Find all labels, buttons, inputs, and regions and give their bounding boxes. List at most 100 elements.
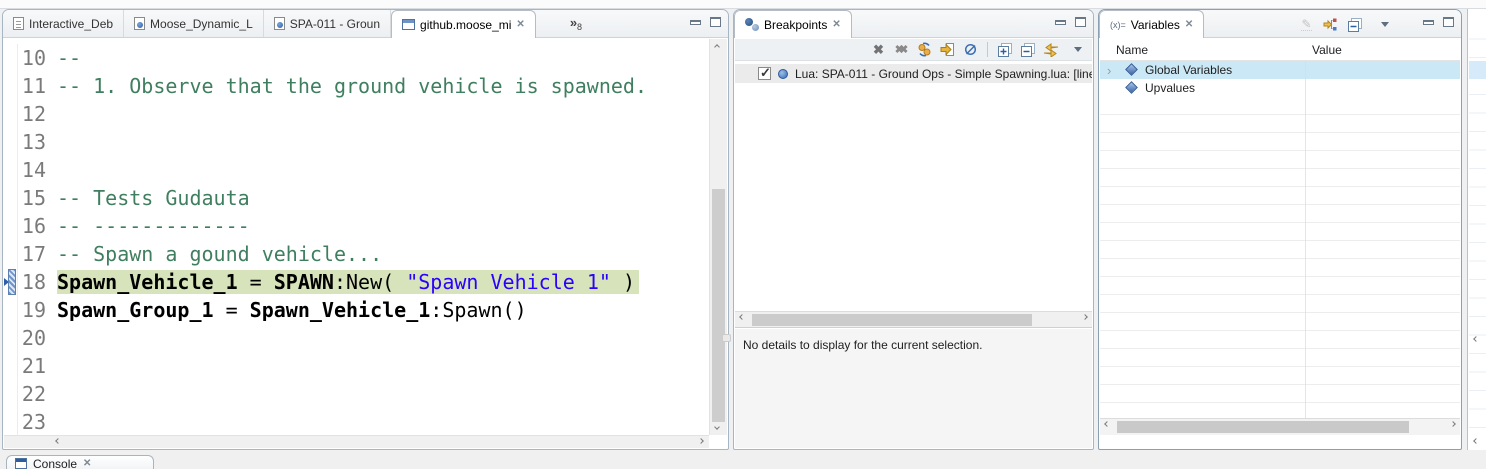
minimize-icon[interactable] xyxy=(1055,20,1066,25)
code-line-16[interactable]: 16-- ------------- xyxy=(4,212,709,240)
variables-toolbar: ✎ xyxy=(1298,16,1393,33)
close-icon[interactable]: ✕ xyxy=(1185,20,1193,30)
code-line-21[interactable]: 21 xyxy=(4,352,709,380)
code-line-12[interactable]: 12 xyxy=(4,100,709,128)
line-number: 23 xyxy=(18,408,51,435)
show-breakpoints-supported-icon[interactable] xyxy=(916,41,933,58)
variables-horizontal-scrollbar[interactable] xyxy=(1100,418,1460,435)
variable-scope-icon xyxy=(1125,81,1138,94)
view-menu-icon[interactable] xyxy=(1069,41,1086,58)
code-line-14[interactable]: 14 xyxy=(4,156,709,184)
go-to-file-for-breakpoint-icon[interactable] xyxy=(939,41,956,58)
close-icon[interactable]: ✕ xyxy=(516,20,524,30)
code-line-11[interactable]: 11-- 1. Observe that the ground vehicle … xyxy=(4,72,709,100)
editor-tab-github-moose[interactable]: github.moose_mi ✕ xyxy=(391,10,536,38)
code-line-23[interactable]: 23 xyxy=(4,408,709,435)
console-tab-label: Console xyxy=(33,457,77,469)
clipped-selected-row xyxy=(1469,61,1486,79)
scroll-right-icon[interactable] xyxy=(1450,421,1456,427)
tab-variables[interactable]: (x)= Variables ✕ xyxy=(1099,10,1204,38)
maximize-icon[interactable] xyxy=(1443,17,1454,27)
editor-tab-spa-011[interactable]: SPA-011 - Groun xyxy=(264,10,391,37)
code-line-18[interactable]: 18Spawn_Vehicle_1 = SPAWN:New( "Spawn Ve… xyxy=(4,268,709,296)
code-line-10[interactable]: 10-- xyxy=(4,44,709,72)
scroll-up-icon[interactable] xyxy=(714,44,720,50)
link-with-debug-view-icon[interactable] xyxy=(1042,41,1059,58)
line-number: 14 xyxy=(18,156,51,184)
breakpoints-tab-label: Breakpoints xyxy=(764,18,827,32)
gutter-cell xyxy=(4,324,18,352)
remove-all-breakpoints-icon[interactable]: ✖✖ xyxy=(893,41,910,58)
close-icon[interactable]: ✕ xyxy=(832,20,840,30)
collapse-all-icon[interactable] xyxy=(1346,16,1363,33)
editor-horizontal-scrollbar[interactable] xyxy=(4,435,709,448)
remove-breakpoint-icon[interactable]: ✖ xyxy=(870,41,887,58)
scroll-left-icon[interactable] xyxy=(739,314,745,320)
breakpoint-enabled-checkbox[interactable]: ✓ xyxy=(758,67,771,80)
scrollbar-thumb[interactable] xyxy=(1117,421,1409,433)
console-icon xyxy=(15,458,27,469)
code-text xyxy=(51,380,57,408)
editor-vertical-scrollbar[interactable] xyxy=(709,39,727,435)
code-area[interactable]: 10--11-- 1. Observe that the ground vehi… xyxy=(4,39,709,435)
breakpoint-row[interactable]: ✓ Lua: SPA-011 - Ground Ops - Simple Spa… xyxy=(735,64,1092,83)
editor-tab-interactive-deb[interactable]: Interactive_Deb xyxy=(3,10,124,37)
column-header-value[interactable]: Value xyxy=(1312,43,1342,57)
editor-window-icon xyxy=(402,19,415,30)
variable-name: Global Variables xyxy=(1145,63,1232,77)
code-line-20[interactable]: 20 xyxy=(4,324,709,352)
variable-name: Upvalues xyxy=(1145,81,1195,95)
code-line-17[interactable]: 17-- Spawn a gound vehicle... xyxy=(4,240,709,268)
editor-tab-label: Moose_Dynamic_L xyxy=(150,17,253,31)
tab-overflow-chevron[interactable]: »8 xyxy=(570,15,582,32)
gutter-cell xyxy=(4,352,18,380)
scroll-right-icon[interactable] xyxy=(698,438,704,444)
variable-scope-icon xyxy=(1125,63,1138,76)
maximize-icon[interactable] xyxy=(710,17,721,27)
sash-handle[interactable] xyxy=(722,334,731,342)
collapse-all-icon[interactable] xyxy=(1019,41,1036,58)
variable-row-global-variables[interactable]: › Global Variables xyxy=(1100,61,1460,79)
scroll-left-icon[interactable] xyxy=(1104,421,1110,427)
variables-tree[interactable]: › Global Variables Upvalues xyxy=(1100,61,1460,418)
scroll-left-icon[interactable] xyxy=(55,438,61,444)
maximize-icon[interactable] xyxy=(1075,17,1086,27)
show-logical-structure-icon[interactable] xyxy=(1322,16,1339,33)
column-divider[interactable] xyxy=(1305,61,1306,418)
scrollbar-thumb[interactable] xyxy=(752,314,1032,326)
minimize-icon[interactable] xyxy=(690,20,701,25)
lua-file-icon xyxy=(134,17,145,30)
code-line-15[interactable]: 15-- Tests Gudauta xyxy=(4,184,709,212)
code-line-22[interactable]: 22 xyxy=(4,380,709,408)
skip-all-breakpoints-icon[interactable] xyxy=(962,41,979,58)
scrollbar-thumb[interactable] xyxy=(712,189,725,422)
code-editor[interactable]: 10--11-- 1. Observe that the ground vehi… xyxy=(4,39,727,448)
scroll-down-icon[interactable] xyxy=(714,424,720,430)
variable-row-upvalues[interactable]: Upvalues xyxy=(1100,79,1460,97)
tab-console[interactable]: Console ✕ xyxy=(6,455,154,469)
breakpoint-details-pane: No details to display for the current se… xyxy=(735,329,1092,448)
variables-tab-label: Variables xyxy=(1131,18,1180,32)
close-icon[interactable]: ✕ xyxy=(83,459,91,469)
breakpoints-list[interactable]: ✓ Lua: SPA-011 - Ground Ops - Simple Spa… xyxy=(735,61,1092,311)
hidden-tab-count: 8 xyxy=(577,22,582,32)
view-menu-icon[interactable] xyxy=(1376,16,1393,33)
breakpoints-horizontal-scrollbar[interactable] xyxy=(735,311,1092,328)
code-line-13[interactable]: 13 xyxy=(4,128,709,156)
code-line-19[interactable]: 19Spawn_Group_1 = Spawn_Vehicle_1:Spawn(… xyxy=(4,296,709,324)
editor-tab-moose-dynamic[interactable]: Moose_Dynamic_L xyxy=(124,10,264,37)
expander-icon[interactable]: › xyxy=(1107,63,1111,78)
gutter-cell xyxy=(4,380,18,408)
empty-grid-rows xyxy=(1100,97,1460,418)
expand-all-icon[interactable] xyxy=(996,41,1013,58)
breakpoint-label: Lua: SPA-011 - Ground Ops - Simple Spawn… xyxy=(795,67,1092,81)
minimize-icon[interactable] xyxy=(1423,20,1434,25)
line-number: 11 xyxy=(18,72,51,100)
variables-icon: (x)= xyxy=(1110,20,1126,30)
gutter-cell xyxy=(4,296,18,324)
line-number: 17 xyxy=(18,240,51,268)
column-header-name[interactable]: Name xyxy=(1116,43,1148,57)
scroll-right-icon[interactable] xyxy=(1082,314,1088,320)
current-instruction-pointer-icon xyxy=(4,268,18,296)
tab-breakpoints[interactable]: Breakpoints ✕ xyxy=(734,10,852,38)
